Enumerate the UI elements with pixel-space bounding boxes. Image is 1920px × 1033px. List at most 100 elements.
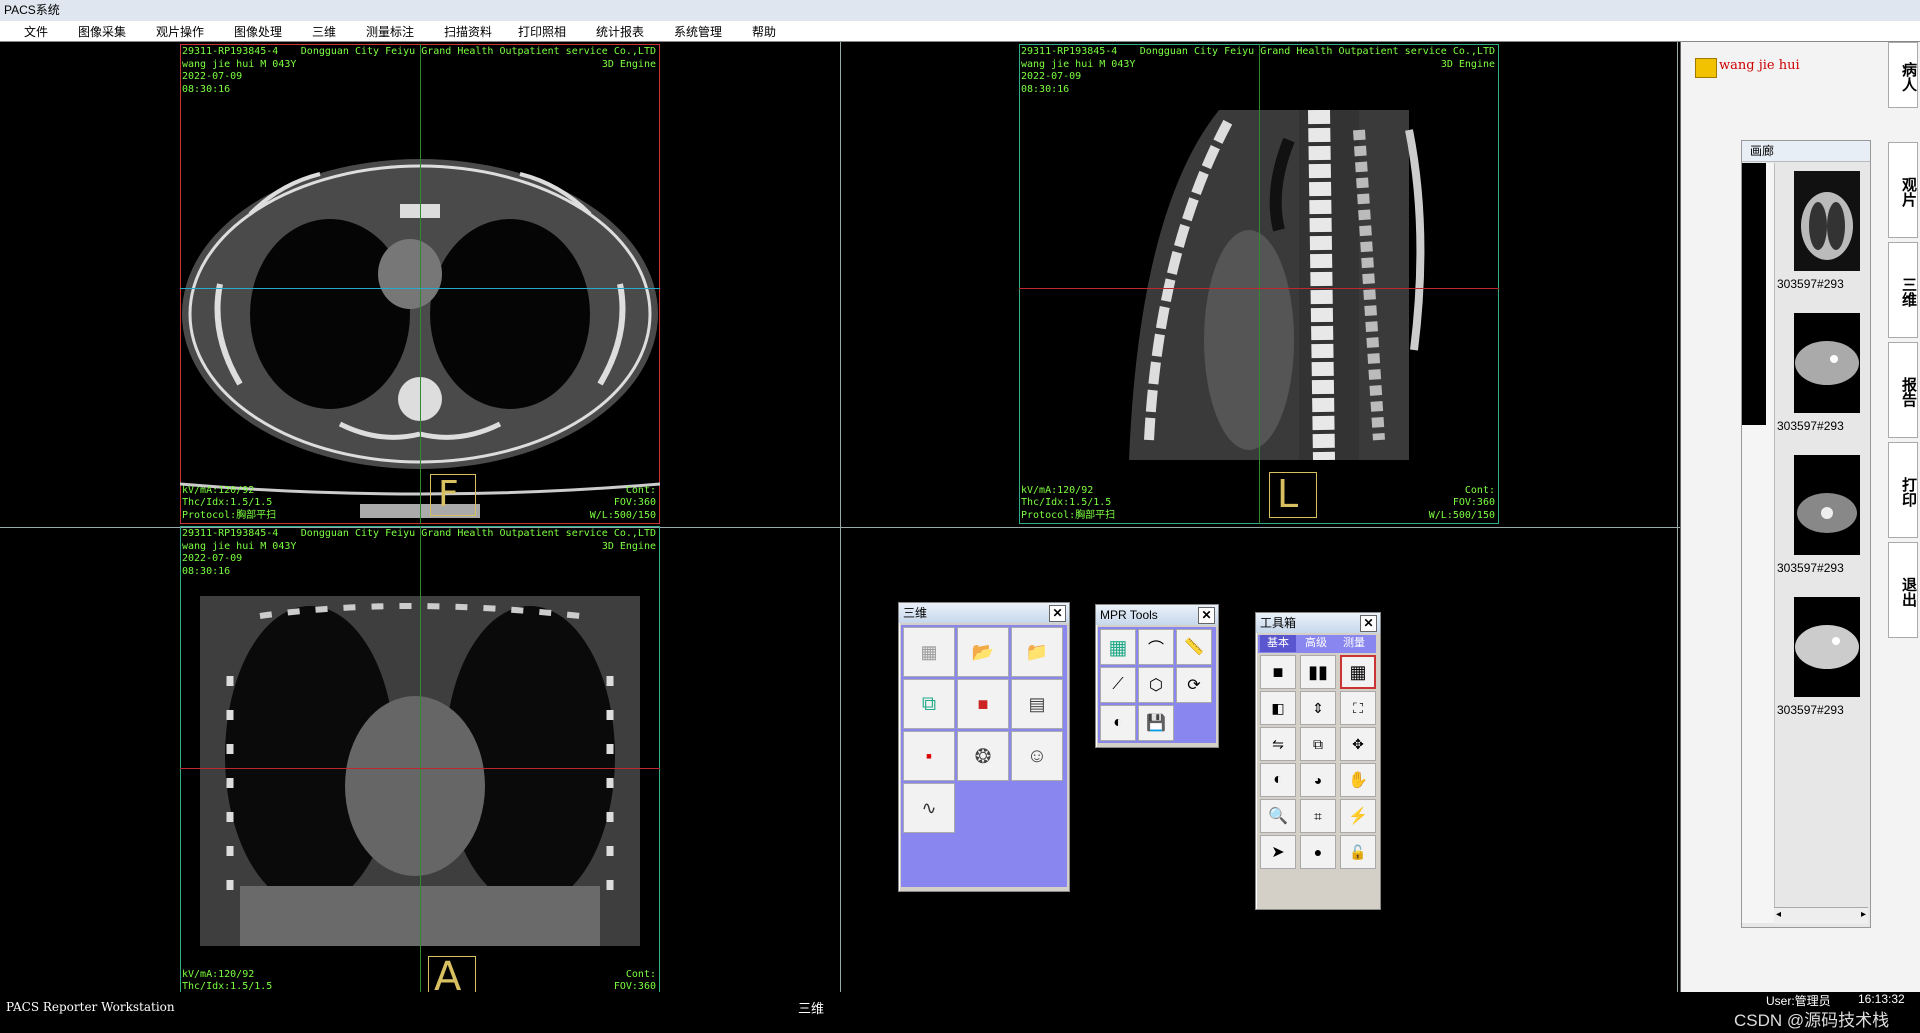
zoom-button[interactable]: 🔍 — [1260, 799, 1296, 833]
ruler-button[interactable]: 📏 — [1176, 629, 1212, 665]
scroll-right-icon[interactable]: ▸ — [1861, 909, 1866, 920]
patient-name[interactable]: wang jie hui — [1719, 58, 1800, 73]
crosshair-vertical[interactable] — [420, 526, 421, 1008]
patient-panel: wang jie hui 画廊 303597#293 303597#293 30… — [1680, 42, 1887, 992]
invert-icon: ◕ — [1313, 772, 1323, 788]
overlay-top-left: 29311-RP193845-4 wang jie hui M 043Y 202… — [182, 528, 297, 577]
flip-button[interactable]: ⇋ — [1260, 727, 1296, 761]
open-series-button[interactable]: 📁 — [1011, 627, 1063, 677]
palette-3d-title[interactable]: 三维 ✕ — [899, 603, 1069, 623]
magic-button[interactable]: ⚡ — [1340, 799, 1376, 833]
menu-image-acquire[interactable]: 图像采集 — [78, 23, 126, 40]
sidetab-patient[interactable]: 病人 — [1888, 42, 1918, 108]
save-button[interactable]: 💾 — [1138, 705, 1174, 741]
pan-button[interactable]: ✋ — [1340, 763, 1376, 797]
palette-mpr-title-text: MPR Tools — [1100, 608, 1158, 622]
layout-2x2-button[interactable]: ▦ — [1340, 655, 1376, 689]
prev-series-button[interactable]: ◧ — [1260, 691, 1296, 725]
viewport-axial[interactable]: F 29311-RP193845-4 wang jie hui M 043Y 2… — [180, 44, 660, 524]
thumbnail-4[interactable] — [1794, 597, 1860, 697]
viewport-sagittal[interactable]: L 29311-RP193845-4 wang jie hui M 043Y 2… — [1019, 44, 1499, 524]
color-map-button[interactable]: ▪ — [903, 731, 955, 781]
magnifier-icon: 🔍 — [1268, 808, 1288, 825]
close-button[interactable]: ✕ — [1049, 605, 1066, 622]
layout-1x2-button[interactable]: ▮▮ — [1300, 655, 1336, 689]
polygon-icon: ⬡ — [1149, 677, 1163, 694]
mip-button[interactable]: ▤ — [1011, 679, 1063, 729]
overlay-top-right: Dongguan City Feiyu Grand Health Outpati… — [300, 46, 656, 70]
crosshair-vertical[interactable] — [1259, 44, 1260, 524]
folder-icon: 📂 — [971, 641, 995, 662]
crosshair-horizontal[interactable] — [1019, 288, 1499, 289]
thumbnail-label: 303597#293 — [1777, 277, 1844, 291]
pointer-button[interactable]: ➤ — [1260, 835, 1296, 869]
menu-print[interactable]: 打印照相 — [518, 23, 566, 40]
sidetab-view[interactable]: 观片 — [1888, 142, 1918, 238]
volume-render-button[interactable]: ▦ — [903, 627, 955, 677]
menu-file[interactable]: 文件 — [24, 23, 48, 40]
roi-button[interactable]: ⬡ — [1138, 667, 1174, 703]
curved-mpr-button[interactable]: ⌒ — [1138, 629, 1174, 665]
crosshair-horizontal[interactable] — [180, 288, 660, 289]
fit-button[interactable]: ⛶ — [1340, 691, 1376, 725]
window-level-button[interactable]: ◐ — [1100, 705, 1136, 741]
sidetab-print[interactable]: 打印 — [1888, 442, 1918, 538]
curve-button[interactable]: ∿ — [903, 783, 955, 833]
open-button[interactable]: 📂 — [957, 627, 1009, 677]
viewport-coronal[interactable]: A 29311-RP193845-4 wang jie hui M 043Y 2… — [180, 526, 660, 1008]
thumbnail-1[interactable] — [1794, 171, 1860, 271]
menu-bar: 文件 图像采集 观片操作 图像处理 三维 测量标注 扫描资料 打印照相 统计报表… — [0, 21, 1920, 42]
crosshair-vertical[interactable] — [420, 44, 421, 524]
thumbnail-3[interactable] — [1794, 455, 1860, 555]
sidetab-3d[interactable]: 三维 — [1888, 242, 1918, 338]
surface-render-button[interactable]: ■ — [957, 679, 1009, 729]
red-cube-icon: ■ — [977, 693, 989, 714]
palette-mpr-tools[interactable]: MPR Tools ✕ ▦ ⌒ 📏 ⟋ ⬡ ⟳ ◐ 💾 — [1095, 604, 1219, 748]
mpr-button[interactable]: ⧉ — [903, 679, 955, 729]
palette-3d[interactable]: 三维 ✕ ▦ 📂 📁 ⧉ ■ ▤ ▪ ❂ ☺ ∿ — [898, 602, 1070, 892]
palette-toolbox-title[interactable]: 工具箱 ✕ — [1256, 613, 1380, 633]
close-button[interactable]: ✕ — [1360, 615, 1377, 632]
menu-measure[interactable]: 测量标注 — [366, 23, 414, 40]
brain-render-button[interactable]: ❂ — [957, 731, 1009, 781]
gallery-side — [1742, 163, 1775, 923]
palette-mpr-title[interactable]: MPR Tools ✕ — [1096, 605, 1218, 625]
tab-basic[interactable]: 基本 — [1260, 635, 1296, 652]
close-button[interactable]: ✕ — [1198, 607, 1215, 624]
gallery-title: 画廊 — [1742, 141, 1870, 162]
line-measure-button[interactable]: ⟋ — [1100, 667, 1136, 703]
menu-scan-data[interactable]: 扫描资料 — [444, 23, 492, 40]
crosshair-horizontal[interactable] — [180, 768, 660, 769]
crop-button[interactable]: ⌗ — [1300, 799, 1336, 833]
lock-button[interactable]: 🔓 — [1340, 835, 1376, 869]
invert-button[interactable]: ◕ — [1300, 763, 1336, 797]
menu-view-ops[interactable]: 观片操作 — [156, 23, 204, 40]
move-icon: ✥ — [1352, 735, 1364, 752]
rotate-button[interactable]: ⟳ — [1176, 667, 1212, 703]
menu-3d[interactable]: 三维 — [312, 23, 336, 40]
head-render-button[interactable]: ☺ — [1011, 731, 1063, 781]
tab-advanced[interactable]: 高级 — [1298, 635, 1334, 652]
layout-1x1-button[interactable]: ■ — [1260, 655, 1296, 689]
sidetab-exit[interactable]: 退出 — [1888, 542, 1918, 638]
menu-statistics[interactable]: 统计报表 — [596, 23, 644, 40]
menu-help[interactable]: 帮助 — [752, 23, 776, 40]
palette-toolbox-body: 基本 高级 测量 ■ ▮▮ ▦ ◧ ⇕ ⛶ ⇋ ⧉ ✥ ◐ ◕ ✋ 🔍 ⌗ ⚡ … — [1258, 635, 1378, 907]
thumbnail-2[interactable] — [1794, 313, 1860, 413]
gallery-scrollbar[interactable]: ◂ ▸ — [1774, 907, 1868, 924]
palette-toolbox[interactable]: 工具箱 ✕ 基本 高级 测量 ■ ▮▮ ▦ ◧ ⇕ ⛶ ⇋ ⧉ ✥ ◐ ◕ ✋ … — [1255, 612, 1381, 910]
mpr-layout-button[interactable]: ▦ — [1100, 629, 1136, 665]
sidetab-report[interactable]: 报告 — [1888, 342, 1918, 438]
overlay-top-right: Dongguan City Feiyu Grand Health Outpati… — [300, 528, 656, 552]
stack-button[interactable]: ⇕ — [1300, 691, 1336, 725]
reset-button[interactable]: ● — [1300, 835, 1336, 869]
menu-image-process[interactable]: 图像处理 — [234, 23, 282, 40]
viewer-area[interactable]: F 29311-RP193845-4 wang jie hui M 043Y 2… — [0, 42, 1680, 1008]
sync-icon: ⧉ — [1313, 735, 1323, 752]
tab-measure[interactable]: 测量 — [1336, 635, 1372, 652]
sync-button[interactable]: ⧉ — [1300, 727, 1336, 761]
menu-system[interactable]: 系统管理 — [674, 23, 722, 40]
scroll-left-icon[interactable]: ◂ — [1776, 909, 1781, 920]
window-level-button[interactable]: ◐ — [1260, 763, 1296, 797]
move-button[interactable]: ✥ — [1340, 727, 1376, 761]
